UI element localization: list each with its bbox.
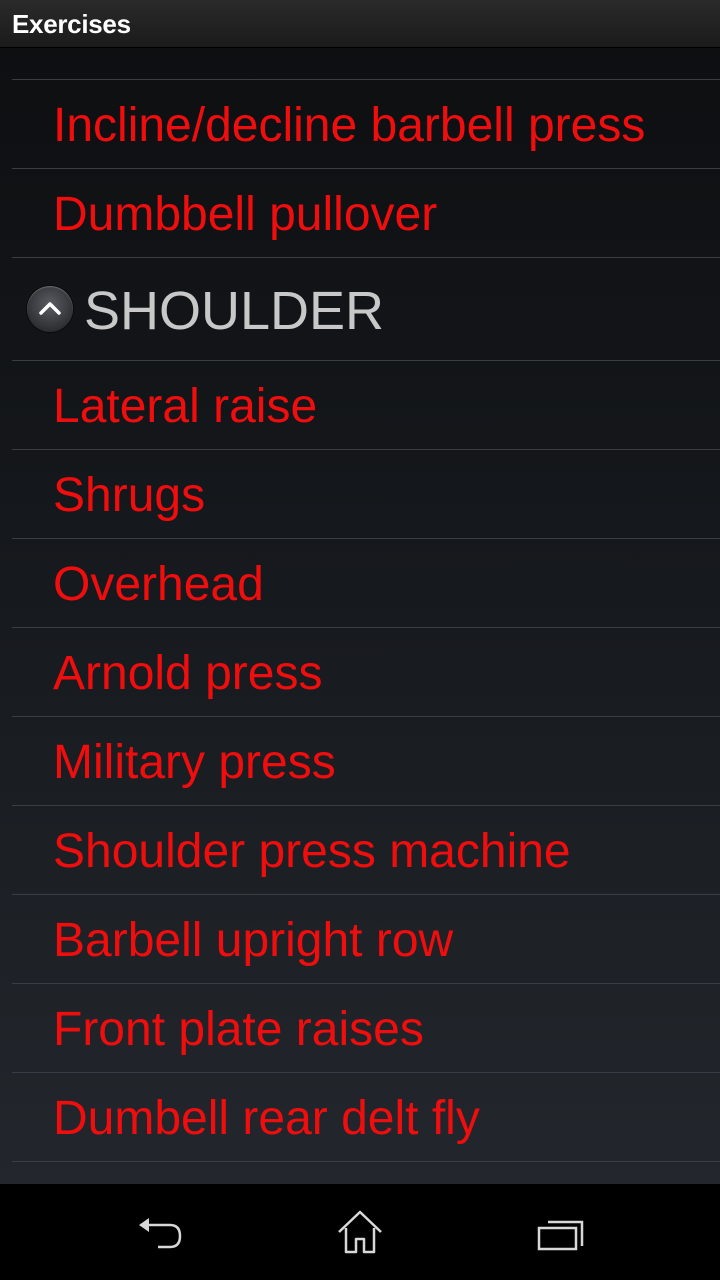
list-item-label: Arnold press <box>53 647 323 700</box>
group-header-shoulder[interactable]: SHOULDER <box>0 258 720 360</box>
list-item[interactable]: Overhead <box>0 539 720 627</box>
list-item-label: Lateral raise <box>53 380 318 433</box>
list-item-label: Barbell upright row <box>53 914 454 967</box>
title-bar: Exercises <box>0 0 720 48</box>
list-item[interactable]: Dumbbell pullover <box>0 169 720 257</box>
back-button[interactable] <box>100 1184 220 1280</box>
page-title: Exercises <box>12 9 131 39</box>
list-item-label: Overhead <box>53 558 264 611</box>
list-item[interactable]: Barbell upright row <box>0 895 720 983</box>
exercise-list[interactable]: Incline/decline barbell press Dumbbell p… <box>0 48 720 1184</box>
list-item[interactable]: Dumbell rear delt fly <box>0 1073 720 1161</box>
group-header-label: SHOULDER <box>84 281 385 341</box>
home-icon <box>338 1210 382 1254</box>
list-item-label: Dumbell rear delt fly <box>53 1092 480 1145</box>
back-icon <box>139 1218 182 1249</box>
list-item[interactable]: Military press <box>0 717 720 805</box>
list-item-label: Front plate raises <box>53 1003 424 1056</box>
list-divider <box>12 1161 720 1162</box>
system-navigation-bar <box>0 1184 720 1280</box>
list-item-label: Incline/decline barbell press <box>53 99 646 152</box>
list-item[interactable]: Front plate raises <box>0 984 720 1072</box>
recents-button[interactable] <box>500 1184 620 1280</box>
list-item[interactable]: Shoulder press machine <box>0 806 720 894</box>
home-button[interactable] <box>300 1184 420 1280</box>
app-window: Exercises Incline/decline barbell press … <box>0 0 720 1184</box>
list-item-label: Shoulder press machine <box>53 825 571 878</box>
recents-icon <box>537 1220 584 1251</box>
list-item-label: Dumbbell pullover <box>53 188 438 241</box>
list-item[interactable]: Arnold press <box>0 628 720 716</box>
list-item[interactable]: Shrugs <box>0 450 720 538</box>
chevron-up-icon[interactable] <box>27 286 73 332</box>
list-item-label: Military press <box>53 736 336 789</box>
list-item[interactable]: Incline/decline barbell press <box>0 80 720 168</box>
list-item-label: Shrugs <box>53 469 206 522</box>
list-item[interactable]: Lateral raise <box>0 361 720 449</box>
